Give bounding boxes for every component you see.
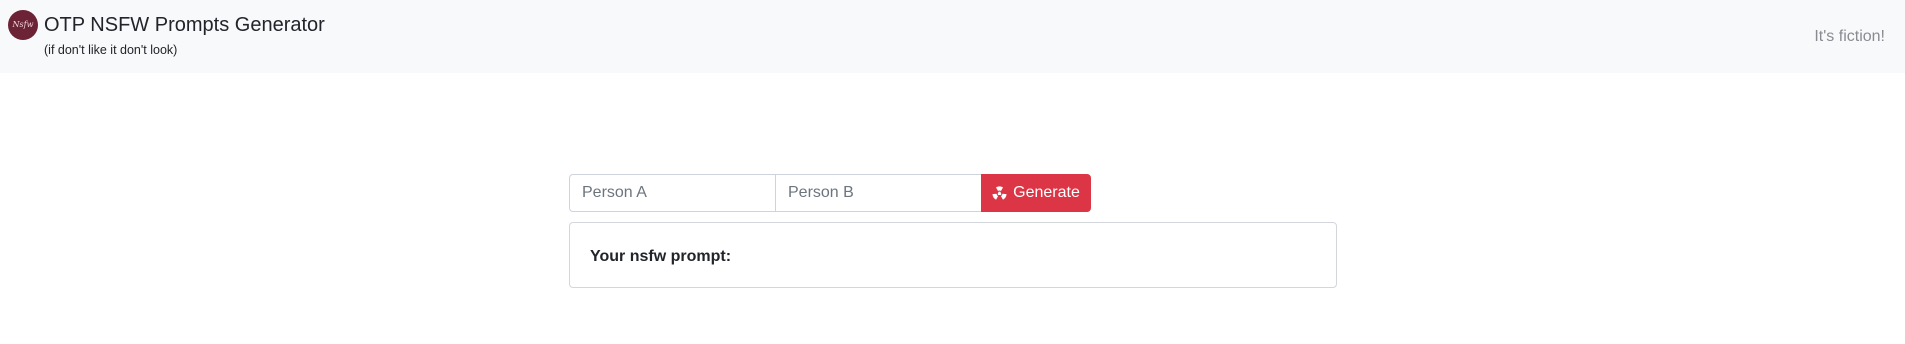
fiction-link[interactable]: It's fiction! (1814, 27, 1885, 47)
person-a-input[interactable] (569, 174, 776, 212)
result-label: Your nsfw prompt: (590, 248, 732, 265)
result-card: Your nsfw prompt: (569, 222, 1337, 288)
generate-button-label: Generate (1013, 184, 1080, 201)
logo[interactable]: Nsfw (8, 10, 38, 40)
generate-button[interactable]: Generate (981, 174, 1091, 212)
navbar: Nsfw OTP NSFW Prompts Generator (if don'… (0, 0, 1905, 73)
page-subtitle: (if don't like it don't look) (44, 43, 178, 57)
page-title[interactable]: OTP NSFW Prompts Generator (44, 13, 325, 37)
generator-form: Generate (569, 174, 1091, 212)
radiation-icon (992, 185, 1007, 201)
person-b-input[interactable] (775, 174, 982, 212)
